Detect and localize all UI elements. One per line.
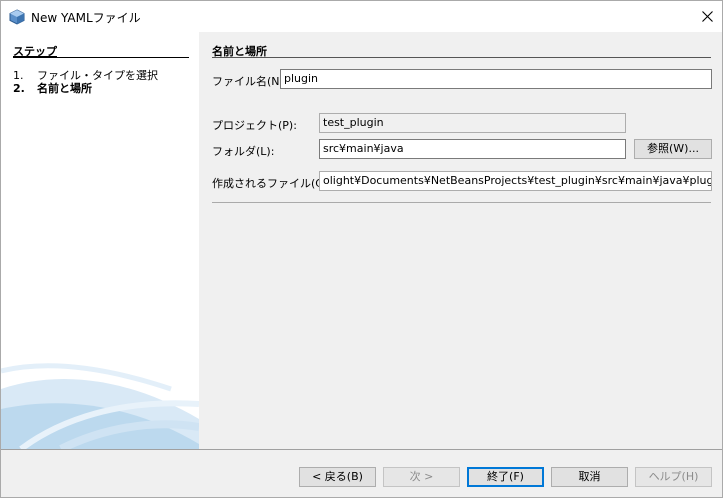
- steps-divider: [13, 57, 189, 58]
- step-item: 1. ファイル・タイプを選択: [13, 69, 158, 82]
- step-number: 2.: [13, 82, 25, 95]
- filename-field[interactable]: plugin: [280, 69, 712, 89]
- created-file-label: 作成されるファイル(C):: [212, 177, 331, 190]
- step-label: 名前と場所: [37, 82, 92, 95]
- button-bar: < 戻る(B) 次 > 終了(F) 取消 ヘルプ(H): [1, 449, 722, 497]
- filename-label: ファイル名(N):: [212, 75, 288, 88]
- close-icon: [701, 11, 713, 22]
- steps-list: 1. ファイル・タイプを選択 2. 名前と場所: [13, 69, 158, 95]
- folder-field[interactable]: src¥main¥java: [319, 139, 626, 159]
- step-label: ファイル・タイプを選択: [37, 69, 158, 82]
- close-button[interactable]: [692, 1, 722, 32]
- step-item-current: 2. 名前と場所: [13, 82, 158, 95]
- wizard-decoration-graphic: [1, 363, 199, 449]
- main-panel: 名前と場所 ファイル名(N): plugin プロジェクト(P): test_p…: [199, 32, 722, 449]
- section-divider: [212, 57, 711, 58]
- project-field: test_plugin: [319, 113, 626, 133]
- finish-button[interactable]: 終了(F): [467, 467, 544, 487]
- step-number: 1.: [13, 69, 24, 82]
- project-label: プロジェクト(P):: [212, 119, 297, 132]
- created-file-field: olight¥Documents¥NetBeansProjects¥test_p…: [319, 171, 712, 191]
- dialog-window: New YAMLファイル ステップ 1. ファイル・タイプを選択 2. 名前と場所 …: [0, 0, 723, 498]
- help-button[interactable]: ヘルプ(H): [635, 467, 712, 487]
- title-bar: New YAMLファイル: [1, 1, 722, 32]
- window-title: New YAMLファイル: [31, 11, 141, 25]
- next-button[interactable]: 次 >: [383, 467, 460, 487]
- cancel-button[interactable]: 取消: [551, 467, 628, 487]
- netbeans-cube-icon: [9, 9, 25, 25]
- steps-panel: ステップ 1. ファイル・タイプを選択 2. 名前と場所: [1, 32, 199, 449]
- browse-button[interactable]: 参照(W)...: [634, 139, 712, 159]
- folder-label: フォルダ(L):: [212, 145, 275, 158]
- form-divider: [212, 202, 711, 203]
- back-button[interactable]: < 戻る(B): [299, 467, 376, 487]
